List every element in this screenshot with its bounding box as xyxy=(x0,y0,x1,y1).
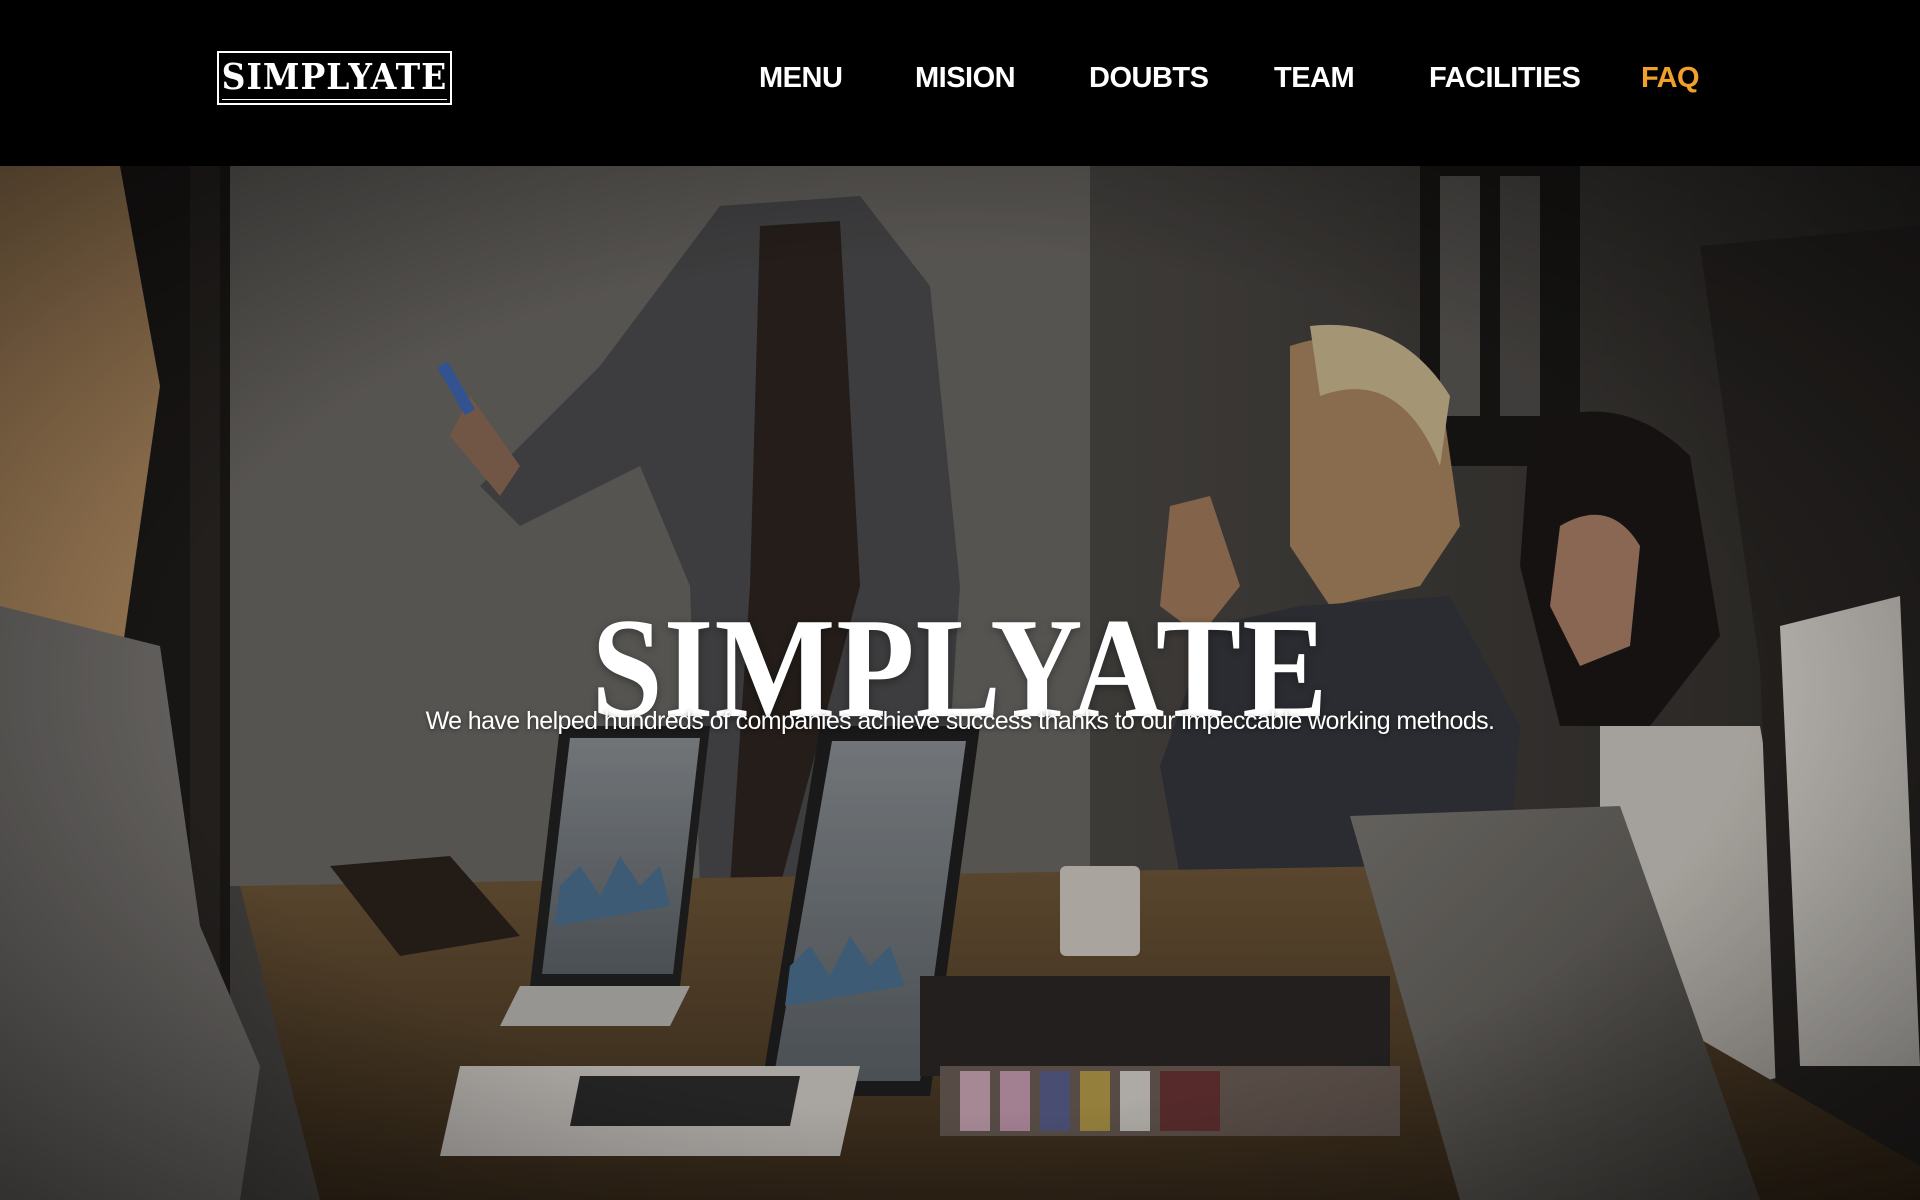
nav-link-team[interactable]: TEAM xyxy=(1274,58,1355,98)
hero-section: SIMPLYATE We have helped hundreds of com… xyxy=(0,166,1920,1200)
nav-link-faq[interactable]: FAQ xyxy=(1641,58,1700,98)
nav-link-mision[interactable]: MISION xyxy=(915,58,1016,98)
hero-subtitle: We have helped hundreds of companies ach… xyxy=(425,707,1495,735)
nav-link-facilities[interactable]: FACILITIES xyxy=(1429,58,1581,98)
landing-page: SIMPLYATE MENU MISION DOUBTS TEAM FACILI… xyxy=(0,0,1920,1200)
nav-link-doubts[interactable]: DOUBTS xyxy=(1089,58,1209,98)
main-nav: MENU MISION DOUBTS TEAM FACILITIES FAQ xyxy=(0,58,1920,98)
site-header: SIMPLYATE MENU MISION DOUBTS TEAM FACILI… xyxy=(0,0,1920,166)
nav-link-menu[interactable]: MENU xyxy=(759,58,843,98)
